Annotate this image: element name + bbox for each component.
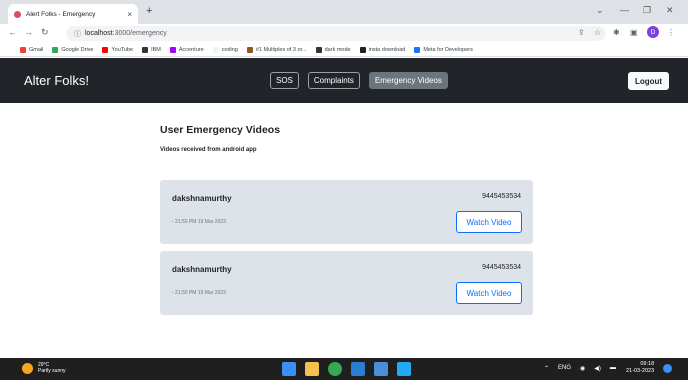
minimize-icon[interactable]: —: [620, 5, 629, 15]
tab-search-icon[interactable]: ⌄: [596, 5, 604, 16]
logout-button[interactable]: Logout: [628, 72, 669, 90]
video-user-phone: 9445453534: [482, 264, 521, 271]
store-icon[interactable]: [374, 362, 388, 376]
tab-title: Alert Folks - Emergency: [26, 10, 96, 18]
bookmark-icon: [315, 46, 322, 53]
bookmark-icon: [414, 46, 421, 53]
bookmark-label: insta download: [368, 46, 406, 53]
browser-tab[interactable]: Alert Folks - Emergency ×: [8, 4, 138, 24]
chrome-icon[interactable]: [328, 362, 342, 376]
bookmark-icon: [142, 46, 149, 53]
system-tray: ⌃ ENG ◉ ◀) ▬: [544, 365, 625, 372]
vscode-icon[interactable]: [397, 362, 411, 376]
battery-icon[interactable]: ▬: [610, 365, 616, 372]
bookmark-icon: [52, 46, 59, 53]
new-tab-button[interactable]: +: [146, 5, 152, 17]
video-user-name: dakshnamurthy: [172, 265, 232, 274]
reload-icon[interactable]: ↻: [41, 27, 49, 38]
bookmark-label: Meta for Developers: [423, 46, 473, 53]
bookmark-item[interactable]: Google Drive: [52, 46, 94, 53]
bookmark-label: Gmail: [29, 46, 44, 53]
nav-links: SOS Complaints Emergency Videos: [270, 72, 457, 89]
video-user-name: dakshnamurthy: [172, 194, 232, 203]
bookmark-icon: [102, 46, 109, 53]
bookmarks-bar: Gmail Google Drive YouTube IBM Accenture codi…: [0, 43, 688, 57]
start-icon[interactable]: [282, 362, 296, 376]
url-host: localhost: [85, 30, 113, 37]
app-navbar: Alter Folks! SOS Complaints Emergency Vi…: [0, 58, 688, 103]
bookmark-label: Google Drive: [61, 46, 94, 53]
profile-avatar[interactable]: D: [647, 26, 659, 38]
bookmark-item[interactable]: #1 Multiples of 3 or...: [246, 46, 307, 53]
nav-complaints-button[interactable]: Complaints: [307, 72, 360, 89]
bookmark-label: YouTube: [111, 46, 134, 53]
bookmark-item[interactable]: Meta for Developers: [414, 46, 473, 53]
taskbar-clock[interactable]: 09:18 21-03-2023: [626, 361, 654, 375]
extensions-icon[interactable]: ✱: [613, 28, 620, 37]
mail-icon[interactable]: [351, 362, 365, 376]
volume-icon[interactable]: ◀): [594, 365, 601, 372]
page-subtitle: Videos received from android app: [160, 147, 257, 153]
bookmark-item[interactable]: insta download: [359, 46, 406, 53]
site-info-icon[interactable]: ⓘ: [74, 29, 81, 39]
bookmark-item[interactable]: Accenture: [169, 46, 204, 53]
close-window-icon[interactable]: ✕: [666, 5, 674, 16]
bookmark-icon: [359, 46, 366, 53]
video-timestamp: - 21:50 PM 19 Mar 2023: [172, 290, 226, 296]
side-panel-icon[interactable]: ▣: [630, 28, 638, 37]
bookmark-icon: [246, 46, 253, 53]
video-user-phone: 9445453534: [482, 193, 521, 200]
restore-icon[interactable]: ❐: [643, 5, 651, 16]
tab-close-icon[interactable]: ×: [127, 10, 132, 19]
clock-date: 21-03-2023: [626, 368, 655, 374]
bookmark-icon: [169, 46, 176, 53]
os-taskbar: 29°C Partly sunny ⌃ ENG ◉ ◀) ▬ 09:18 21-…: [0, 358, 688, 380]
page-title: User Emergency Videos: [160, 124, 281, 136]
video-timestamp: - 21:50 PM 19 Mar 2023: [172, 219, 226, 225]
notification-icon[interactable]: [663, 364, 672, 373]
forward-icon[interactable]: →: [24, 27, 33, 37]
video-card: dakshnamurthy 9445453534 - 21:50 PM 19 M…: [160, 180, 533, 244]
bookmark-star-icon[interactable]: ☆: [594, 28, 601, 37]
bookmark-label: dark mode: [324, 46, 351, 53]
bookmark-icon: [212, 46, 219, 53]
address-bar: ← → ↻ ⓘ localhost:3000/emergency ⇪ ☆ ✱ ▣…: [0, 24, 688, 43]
bookmark-item[interactable]: dark mode: [315, 46, 351, 53]
menu-kebab-icon[interactable]: ⋮: [667, 28, 675, 37]
bookmark-label: #1 Multiples of 3 or...: [255, 46, 307, 53]
favicon-icon: [14, 10, 21, 18]
browser-tab-strip: Alert Folks - Emergency × + ⌄ — ❐ ✕: [0, 0, 688, 24]
bookmark-label: coding: [221, 46, 238, 53]
wifi-icon[interactable]: ◉: [580, 365, 585, 372]
chevron-up-icon[interactable]: ⌃: [544, 365, 549, 372]
language-indicator[interactable]: ENG: [558, 365, 571, 372]
url-input[interactable]: ⓘ localhost:3000/emergency: [66, 26, 606, 41]
weather-sun-icon: [22, 362, 33, 374]
url-path: :3000/emergency: [112, 30, 167, 37]
bookmark-item[interactable]: coding: [212, 46, 238, 53]
taskbar-apps: [282, 362, 420, 376]
share-icon[interactable]: ⇪: [578, 28, 585, 37]
bookmark-icon: [20, 46, 26, 53]
watch-video-button[interactable]: Watch Video: [456, 211, 522, 233]
bookmark-item[interactable]: Gmail: [20, 46, 44, 53]
nav-sos-button[interactable]: SOS: [270, 72, 299, 89]
weather-condition: Partly sunny: [38, 368, 66, 374]
watch-video-button[interactable]: Watch Video: [456, 282, 522, 304]
bookmark-item[interactable]: IBM: [142, 46, 161, 53]
weather-widget[interactable]: 29°C Partly sunny: [22, 362, 66, 374]
video-card: dakshnamurthy 9445453534 - 21:50 PM 19 M…: [160, 251, 533, 315]
brand-title[interactable]: Alter Folks!: [24, 73, 89, 88]
bookmark-label: IBM: [151, 46, 161, 53]
nav-emergency-videos-button[interactable]: Emergency Videos: [368, 72, 448, 89]
bookmark-item[interactable]: YouTube: [102, 46, 134, 53]
file-explorer-icon[interactable]: [305, 362, 319, 376]
back-icon[interactable]: ←: [8, 27, 17, 37]
bookmark-label: Accenture: [178, 46, 204, 53]
clock-time: 09:18: [640, 361, 655, 367]
